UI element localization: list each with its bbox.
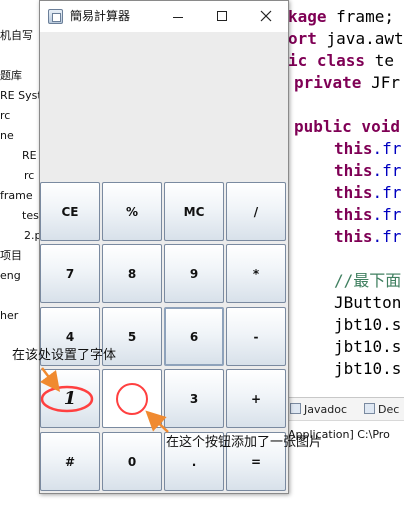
tree-item-label: rc xyxy=(0,109,11,122)
calc-key[interactable]: 8 xyxy=(102,244,162,303)
code-token: jbt10.s xyxy=(334,359,402,378)
minimize-button[interactable] xyxy=(156,1,200,32)
image-button[interactable] xyxy=(102,369,162,428)
calc-key[interactable]: - xyxy=(226,307,286,366)
code-line: this.fr xyxy=(334,160,401,182)
calc-key[interactable]: 6 xyxy=(164,307,224,366)
code-token: .fr xyxy=(372,227,402,246)
tree-item-label: 机自写 xyxy=(0,29,33,42)
app-window-icon xyxy=(48,9,63,24)
tab-javadoc[interactable]: Javadoc xyxy=(290,401,347,419)
tree-item-label: her xyxy=(0,309,19,322)
javadoc-icon xyxy=(290,403,301,414)
code-token: .fr xyxy=(372,205,402,224)
code-token: JButton xyxy=(334,293,402,312)
maximize-icon xyxy=(217,11,227,21)
code-token: kage xyxy=(288,7,327,26)
calc-key[interactable]: 1 xyxy=(40,369,100,428)
java-file-icon xyxy=(0,211,12,223)
code-line: this.fr xyxy=(334,182,401,204)
calc-key[interactable]: % xyxy=(102,182,162,241)
tree-item-label: ne xyxy=(0,129,14,142)
code-token: JFr xyxy=(361,73,400,92)
calc-key[interactable]: # xyxy=(40,432,100,491)
close-button[interactable] xyxy=(244,1,288,32)
declaration-icon xyxy=(364,403,375,414)
code-token: te xyxy=(365,51,394,70)
code-line: jbt10.s xyxy=(334,336,401,358)
calc-key[interactable]: 9 xyxy=(164,244,224,303)
code-line: //最下面 xyxy=(334,270,401,292)
calc-key[interactable]: 3 xyxy=(164,369,224,428)
views-tab-bar: Javadoc Dec xyxy=(288,397,404,421)
code-token: jbt10.s xyxy=(334,315,402,334)
code-token: .fr xyxy=(372,161,402,180)
calc-key[interactable]: + xyxy=(226,369,286,428)
package-explorer: 机自写题库RE SystrcneRE Systrcframetes2.p项目en… xyxy=(0,0,64,507)
code-token: //最下面 xyxy=(334,271,402,290)
calc-key[interactable]: 7 xyxy=(40,244,100,303)
code-token: jbt10.s xyxy=(334,337,402,356)
code-token: public void xyxy=(294,117,400,136)
code-token: frame; xyxy=(326,7,394,26)
code-token: this xyxy=(334,183,373,202)
title-bar[interactable]: 簡易計算器 xyxy=(40,1,288,32)
calculator-window: 簡易計算器 CE% MC/7 8 9 * 4 5 6-1 3 + #0. = xyxy=(39,0,289,494)
code-token: this xyxy=(334,205,373,224)
code-token: this xyxy=(334,161,373,180)
image-annotation: 在这个按钮添加了一张图片 xyxy=(166,435,323,450)
maximize-button[interactable] xyxy=(200,1,244,32)
tree-item-label: frame xyxy=(0,189,33,202)
minimize-icon xyxy=(173,17,183,18)
code-token: this xyxy=(334,139,373,158)
tree-item-label: tes xyxy=(22,209,39,222)
code-token: .fr xyxy=(372,183,402,202)
code-line: jbt10.s xyxy=(334,314,401,336)
code-line: jbt10.s xyxy=(334,358,401,380)
calc-key[interactable]: / xyxy=(226,182,286,241)
code-line: kage frame; xyxy=(288,6,394,28)
code-line: this.fr xyxy=(334,138,401,160)
circle-image-icon xyxy=(116,382,148,415)
calculator-display xyxy=(40,32,288,182)
code-line: public void xyxy=(294,116,400,138)
font-annotation: 在该处设置了字体 xyxy=(12,348,117,363)
tree-item-label: 项目 xyxy=(0,249,22,262)
tree-item-label: RE Syst xyxy=(0,89,42,102)
calc-key[interactable]: MC xyxy=(164,182,224,241)
code-line: JButton xyxy=(334,292,401,314)
code-line: this.fr xyxy=(334,204,401,226)
close-icon xyxy=(260,10,272,22)
calc-key[interactable]: CE xyxy=(40,182,100,241)
code-token: this xyxy=(334,227,373,246)
calc-key[interactable]: 0 xyxy=(102,432,162,491)
code-token: ort xyxy=(288,29,317,48)
code-token: private xyxy=(294,73,362,92)
globe-icon xyxy=(0,231,12,243)
tree-item-label: rc xyxy=(24,169,35,182)
code-line: private JFr xyxy=(294,72,400,94)
code-token: .fr xyxy=(372,139,402,158)
code-line: ic class te xyxy=(288,50,394,72)
code-line: this.fr xyxy=(334,226,401,248)
calc-key[interactable]: * xyxy=(226,244,286,303)
code-token: ic class xyxy=(288,51,366,70)
tree-item-label: 题库 xyxy=(0,69,22,82)
tree-item-label: eng xyxy=(0,269,21,282)
tab-declaration[interactable]: Dec xyxy=(364,401,399,419)
code-token: java.awt xyxy=(316,29,404,48)
code-editor[interactable]: kage frame; ort java.awt ic class te privat… xyxy=(288,0,404,393)
window-title: 簡易計算器 xyxy=(70,9,131,23)
screenshot-stage: 机自写题库RE SystrcneRE Systrcframetes2.p项目en… xyxy=(0,0,404,507)
code-line: ort java.awt xyxy=(288,28,404,50)
